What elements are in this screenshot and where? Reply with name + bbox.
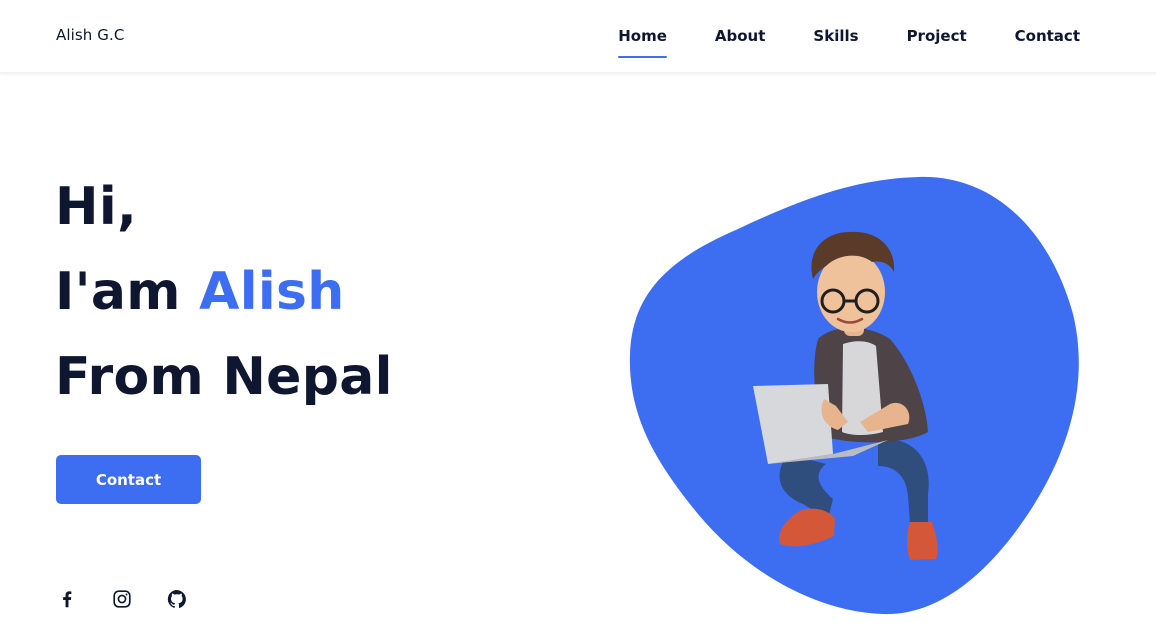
- facebook-icon[interactable]: [56, 588, 78, 610]
- nav-contact[interactable]: Contact: [1015, 26, 1080, 46]
- hero-intro-text: I'am: [55, 262, 200, 322]
- contact-button[interactable]: Contact: [56, 455, 201, 504]
- instagram-icon[interactable]: [111, 588, 133, 610]
- hero-location: From Nepal: [55, 347, 393, 407]
- nav-skills[interactable]: Skills: [813, 26, 858, 46]
- hero-name: Alish: [199, 262, 345, 322]
- nav-about[interactable]: About: [715, 26, 766, 46]
- social-links: [56, 588, 188, 610]
- main-nav: Home About Skills Project Contact: [618, 26, 1080, 58]
- nav-home[interactable]: Home: [618, 26, 667, 58]
- hero-name-line: I'am Alish: [55, 250, 393, 335]
- site-header: Alish G.C Home About Skills Project Cont…: [0, 0, 1156, 73]
- right-shoe: [907, 522, 938, 560]
- site-logo[interactable]: Alish G.C: [56, 26, 124, 44]
- hero-heading: Hi, I'am Alish From Nepal: [55, 165, 393, 420]
- github-icon[interactable]: [166, 588, 188, 610]
- hero-greeting: Hi,: [55, 177, 137, 237]
- hero-avatar-illustration: [629, 176, 1079, 615]
- nav-project[interactable]: Project: [907, 26, 967, 46]
